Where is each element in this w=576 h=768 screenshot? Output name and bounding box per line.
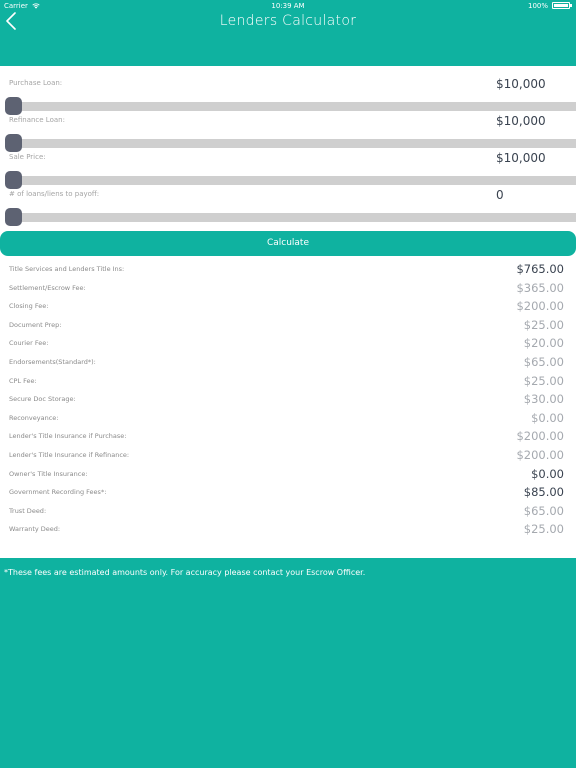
calculate-button[interactable]: Calculate	[0, 231, 576, 256]
disclaimer-text: *These fees are estimated amounts only. …	[4, 568, 366, 577]
slider-label: Purchase Loan:	[9, 79, 63, 87]
slider-value: $10,000	[496, 114, 546, 128]
fee-label: Owner's Title Insurance:	[9, 469, 88, 478]
fee-value: $200.00	[516, 299, 564, 314]
fee-value: $25.00	[523, 522, 564, 537]
fee-row: CPL Fee: $25.00	[0, 373, 576, 391]
fee-value: $25.00	[523, 317, 564, 332]
fee-row: Courier Fee: $20.00	[0, 335, 576, 353]
fee-row: Reconveyance: $0.00	[0, 410, 576, 428]
fee-row: Lender's Title Insurance if Refinance: $2…	[0, 447, 576, 465]
fee-value: $65.00	[523, 355, 564, 369]
fee-value: $365.00	[516, 280, 564, 295]
fee-label: Trust Deed:	[9, 506, 47, 515]
slider-value: 0	[496, 188, 504, 202]
fee-value: $0.00	[531, 410, 564, 425]
slider-row: Refinance Loan: $10,000	[0, 103, 576, 152]
slider-value: $10,000	[496, 77, 546, 91]
fee-row: Warranty Deed: $25.00	[0, 521, 576, 539]
slider-thumb[interactable]	[5, 208, 22, 226]
status-time: 10:39 AM	[271, 2, 305, 10]
fee-value: $85.00	[523, 485, 564, 500]
fee-row: Government Recording Fees*: $85.00	[0, 484, 576, 502]
fee-label: Settlement/Escrow Fee:	[9, 283, 86, 292]
fee-value: $65.00	[523, 503, 564, 518]
slider-track[interactable]	[8, 213, 576, 222]
slider-row: Sale Price: $10,000	[0, 140, 576, 189]
fee-label: Secure Doc Storage:	[9, 395, 76, 404]
fee-row: Endorsements(Standard*): $65.00	[0, 354, 576, 372]
fee-value: $25.00	[523, 373, 564, 388]
page-title: Lenders Calculator	[219, 13, 357, 29]
fee-row: Title Services and Lenders Title Ins: $76…	[0, 261, 576, 279]
fee-value: $30.00	[523, 392, 564, 407]
fee-label: Reconveyance:	[9, 413, 59, 422]
fee-row: Closing Fee: $200.00	[0, 298, 576, 316]
status-bar: Carrier 10:39 AM 100%	[0, 0, 576, 12]
fee-value: $765.00	[516, 262, 564, 276]
fee-row: Document Prep: $25.00	[0, 317, 576, 335]
fee-value: $200.00	[516, 429, 564, 444]
fee-label: Endorsements(Standard*):	[9, 358, 96, 366]
slider-value: $10,000	[496, 151, 546, 165]
fee-label: CPL Fee:	[9, 376, 37, 385]
fee-value: $200.00	[516, 448, 564, 462]
fee-label: Warranty Deed:	[9, 525, 61, 534]
slider-label: # of loans/liens to payoff:	[9, 190, 100, 198]
battery-icon	[552, 2, 572, 9]
fee-row: Settlement/Escrow Fee: $365.00	[0, 280, 576, 298]
fee-label: Courier Fee:	[9, 339, 49, 348]
fee-value: $20.00	[523, 336, 564, 351]
battery-percent: 100%	[527, 2, 548, 10]
fee-row: Owner's Title Insurance: $0.00	[0, 466, 576, 484]
fee-label: Lender's Title Insurance if Refinance:	[9, 451, 130, 459]
slider-label: Refinance Loan:	[9, 116, 65, 124]
slider-label: Sale Price:	[9, 153, 46, 161]
fee-row: Trust Deed: $65.00	[0, 503, 576, 521]
fee-label: Lender's Title Insurance if Purchase:	[9, 432, 127, 441]
slider-row: Purchase Loan: $10,000	[0, 66, 576, 115]
nav-bar: Lenders Calculator	[0, 12, 576, 66]
fee-label: Government Recording Fees*:	[9, 488, 107, 497]
calculator-panel: Purchase Loan: $10,000 Refinance Loan: $10,…	[0, 66, 576, 558]
fee-label: Document Prep:	[9, 320, 62, 329]
fee-label: Title Services and Lenders Title Ins:	[9, 265, 125, 273]
fee-label: Closing Fee:	[9, 302, 49, 311]
fee-row: Secure Doc Storage: $30.00	[0, 391, 576, 409]
fee-value: $0.00	[531, 466, 564, 481]
slider-row: # of loans/liens to payoff: 0	[0, 177, 576, 226]
fee-row: Lender's Title Insurance if Purchase: $20…	[0, 428, 576, 446]
